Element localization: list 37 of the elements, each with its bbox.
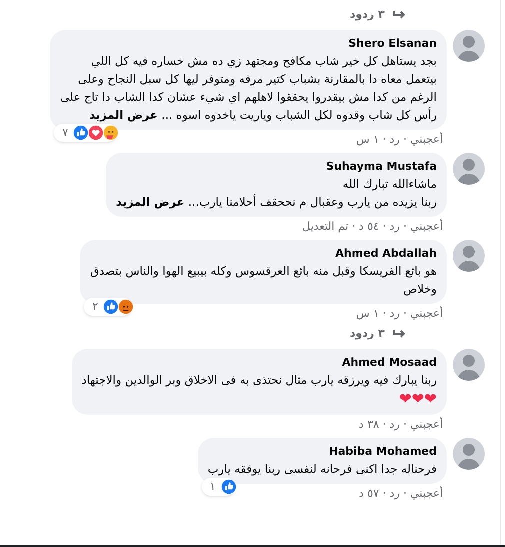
reaction-count: ١ bbox=[208, 478, 217, 494]
author-name[interactable]: Shero Elsanan bbox=[60, 36, 437, 52]
replies-link[interactable]: ٣ ردود bbox=[350, 326, 407, 342]
reactions-badge[interactable]: ١ bbox=[202, 478, 235, 496]
thumbs-up-icon bbox=[103, 298, 120, 315]
avatar[interactable] bbox=[453, 153, 485, 185]
replies-link[interactable]: ٣ ردود bbox=[350, 6, 407, 24]
author-name[interactable]: Ahmed Abdallah bbox=[90, 246, 437, 262]
comment-text: هو بائع الفريسكا وقبل منه بائع العرقسوس وكله بيبيع الهوا والناس بتصدق وخلاص bbox=[90, 263, 437, 298]
comment-actions[interactable]: أعجبني · رد · ١ س bbox=[356, 306, 447, 323]
avatar[interactable] bbox=[453, 30, 485, 62]
angry-face-icon bbox=[118, 298, 134, 315]
reply-arrow-icon bbox=[393, 10, 407, 20]
thumbs-up-icon bbox=[73, 124, 90, 141]
comment-text: فرحناله جدا اكنى فرحانه لنفسى ربنا يوفقه يارب bbox=[208, 461, 437, 478]
comment-actions[interactable]: أعجبني · رد · ١ س bbox=[356, 132, 447, 149]
comment-text: ماشاءالله تبارك الله ربنا يزيده من يارب وعقبال م نححقف أحلامنا يارب... عرض المزيد bbox=[116, 176, 437, 211]
see-more-link[interactable]: عرض المزيد bbox=[89, 108, 158, 122]
reaction-count: ٧ bbox=[61, 124, 70, 140]
see-more-link[interactable]: عرض المزيد bbox=[116, 195, 185, 209]
avatar[interactable] bbox=[453, 349, 485, 381]
author-name[interactable]: Ahmed Mosaad bbox=[82, 355, 437, 371]
reaction-count: ٢ bbox=[91, 298, 100, 314]
comment-actions[interactable]: أعجبني · رد · ٣٨ د bbox=[359, 417, 447, 434]
author-name[interactable]: Suhayma Mustafa bbox=[116, 159, 437, 175]
author-name[interactable]: Habiba Mohamed bbox=[208, 444, 437, 460]
comment-text: بجد يستاهل كل خير شاب مكافح ومجتهد زي ده مش خساره فيه كل اللي بيتعمل معاه دا بالمقارنة بشباب كتير مرفه ومتوفر ليها كل سبل النجاح وعلى الرغم من كدا مش بيقدروا يحققوا لاهلهم اي شيء عشان كدا الشاب دا تاج على رأس كل شاب وقدوه لكل الشباب وياريت ياخدوه اسوه ... عرض المزيد bbox=[60, 53, 437, 124]
avatar[interactable] bbox=[453, 240, 485, 272]
heart-emoji: ❤❤❤ bbox=[398, 389, 437, 409]
comment-actions[interactable]: أعجبني · رد · ٥٧ د bbox=[359, 486, 447, 503]
reactions-badge[interactable]: ٧ bbox=[54, 124, 118, 142]
reply-arrow-icon bbox=[393, 329, 407, 339]
avatar[interactable] bbox=[453, 438, 485, 470]
comment-actions[interactable]: أعجبني · رد · ٥٤ د · تم التعديل bbox=[302, 219, 447, 236]
thumbs-up-icon bbox=[220, 478, 237, 495]
comment-text: ربنا يبارك فيه ويرزقه يارب مثال نحتذى به فى الاخلاق وبر الوالدين والاجتهاد bbox=[82, 372, 437, 389]
reactions-badge[interactable]: ٢ bbox=[84, 298, 132, 316]
